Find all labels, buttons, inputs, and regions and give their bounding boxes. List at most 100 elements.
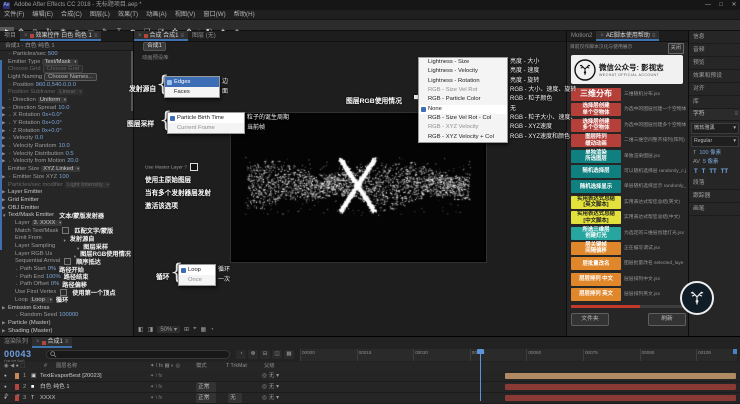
- popup-option[interactable]: Current Frame: [168, 123, 244, 133]
- effect-property-row[interactable]: ▶ ◔ Emitter Size XYZ 100: [0, 173, 131, 181]
- eye-icon[interactable]: ●: [4, 371, 7, 381]
- script-button[interactable]: 随机选择显示: [571, 180, 621, 193]
- property-value[interactable]: Loop: [30, 297, 53, 303]
- script-button[interactable]: 层层排列 英文: [571, 288, 621, 301]
- property-value[interactable]: 0x+0.0°: [42, 112, 62, 118]
- layer-duration-bar[interactable]: [505, 384, 736, 390]
- effect-property-row[interactable]: Emitter Size XYZ Linked: [0, 165, 131, 173]
- grid-icon[interactable]: ⊞: [184, 326, 189, 333]
- script-button[interactable]: 随机选择层: [571, 165, 621, 178]
- popup-option[interactable]: Loop: [179, 265, 215, 275]
- effect-property-row[interactable]: Light Naming Choose Names...: [0, 73, 131, 81]
- property-value[interactable]: 100%: [46, 274, 61, 280]
- layer-name[interactable]: XXXX: [40, 393, 55, 403]
- popup-option[interactable]: None: [419, 105, 507, 114]
- property-value[interactable]: 100: [59, 174, 69, 180]
- eye-icon[interactable]: ●: [4, 382, 7, 392]
- type-toggle[interactable]: TT: [709, 167, 716, 177]
- playhead-line[interactable]: [480, 349, 481, 401]
- menu-item[interactable]: 帮助(H): [230, 10, 259, 19]
- close-tab-icon[interactable]: ×: [36, 337, 40, 348]
- property-value[interactable]: Choose Names...: [44, 73, 97, 81]
- effect-property-row[interactable]: ▶ ◔ Velocity Distribution 0.5: [0, 150, 131, 158]
- script-button[interactable]: 层层排列 中文: [571, 273, 621, 286]
- script-button[interactable]: 图层阵列 缓动动画: [571, 134, 621, 147]
- panel-menu-icon[interactable]: ≡: [94, 31, 98, 41]
- property-value[interactable]: XYZ Linked: [41, 166, 80, 172]
- magnify-icon[interactable]: ◧: [138, 326, 144, 333]
- playhead-handle[interactable]: [477, 349, 484, 354]
- effect-property-row[interactable]: Layer RGB Usage 图层RGB使用情况: [0, 250, 131, 258]
- checkbox[interactable]: [190, 163, 198, 171]
- property-value[interactable]: 0.0: [35, 135, 43, 141]
- menu-item[interactable]: 编辑(E): [28, 10, 57, 19]
- layer-switches[interactable]: ✦ \ fx: [150, 393, 162, 403]
- dock-tab[interactable]: 库: [689, 96, 740, 109]
- dock-tab[interactable]: 效果和预设: [689, 70, 740, 83]
- property-checkbox[interactable]: [62, 227, 69, 234]
- tab-effect-controls[interactable]: × 效果控件 白色 纯色 1 ≡: [20, 31, 101, 41]
- dock-tab[interactable]: 跟踪器: [689, 190, 740, 203]
- timeline-footer-icons[interactable]: ❖ ⌗: [4, 393, 23, 400]
- exposure-icon[interactable]: ◔: [210, 327, 214, 333]
- script-button[interactable]: 实用表达式总结 [英文脚本]: [571, 196, 621, 209]
- property-value[interactable]: Text/Mask: [42, 59, 77, 65]
- close-tab-icon[interactable]: ×: [138, 31, 142, 41]
- font-size-row[interactable]: T 100 像素: [689, 149, 740, 158]
- effect-property-row[interactable]: ◔ Position 960.0,540.0,0.0: [0, 81, 131, 89]
- minimize-button[interactable]: —: [702, 0, 714, 10]
- effect-property-row[interactable]: ▶ Grid Emitter: [0, 196, 131, 204]
- menu-item[interactable]: 视图(V): [171, 10, 200, 19]
- popup-option[interactable]: RGB - XYZ Velocity: [419, 123, 507, 132]
- effect-property-row[interactable]: ▶ ◔ Velocity 0.0: [0, 135, 131, 143]
- property-value[interactable]: 0x+0.0°: [42, 128, 62, 134]
- menu-item[interactable]: 图层(L): [86, 10, 114, 19]
- tab-project[interactable]: 项目: [0, 31, 20, 41]
- effect-property-row[interactable]: ▶ ◔ Velocity from Motion 20.0: [0, 158, 131, 166]
- target-icon[interactable]: ⌖: [193, 326, 196, 333]
- property-value[interactable]: 3. XXXX: [32, 220, 63, 226]
- menu-item[interactable]: 动画(A): [142, 10, 171, 19]
- character-panel-header[interactable]: 字符 ≡: [689, 109, 740, 121]
- layer-duration-bar[interactable]: [505, 373, 736, 379]
- popup-option[interactable]: RGB - Particle Color: [419, 95, 507, 104]
- effect-property-row[interactable]: Position Subframe Linear: [0, 88, 131, 96]
- dock-tab[interactable]: 段落: [689, 177, 740, 190]
- popup-option[interactable]: RGB - XYZ Velocity + Col: [419, 133, 507, 142]
- menu-item[interactable]: 文件(F): [0, 10, 28, 19]
- layer-name[interactable]: 白色 纯色 1: [40, 382, 70, 392]
- layer-color-chip[interactable]: [15, 373, 19, 379]
- close-tab-icon[interactable]: ×: [24, 31, 28, 41]
- popup-option[interactable]: Faces: [165, 87, 219, 97]
- maximize-button[interactable]: □: [715, 0, 727, 10]
- popup-option[interactable]: Particle Birth Time: [168, 113, 244, 123]
- menu-item[interactable]: 合成(C): [57, 10, 86, 19]
- comp-navigator-crumb[interactable]: 合成1: [143, 42, 166, 51]
- property-value[interactable]: 10.0: [58, 105, 69, 111]
- timeline-search-input[interactable]: [46, 350, 230, 359]
- comp-switch-icon[interactable]: ❆: [248, 350, 258, 359]
- blend-mode-dropdown[interactable]: 正常: [196, 382, 216, 392]
- script-button[interactable]: 层批量改名: [571, 257, 621, 270]
- property-value[interactable]: 20.0: [67, 158, 78, 164]
- tab-composition[interactable]: × 合成 合成1 ≡: [134, 31, 188, 41]
- effect-property-row[interactable]: Particles/sec modifier Light Intensity: [0, 181, 131, 189]
- zoom-level-dropdown[interactable]: 50% ▾: [157, 326, 180, 333]
- tab-script-help[interactable]: × AE脚本使用帮助 ≡: [596, 31, 659, 41]
- current-timecode[interactable]: 00043: [4, 349, 32, 359]
- script-button[interactable]: 选择层创建 单个空物体: [571, 103, 621, 116]
- layer-name[interactable]: TextEvaporBest [20023]: [40, 371, 102, 381]
- script-button[interactable]: 单独渲染 所选图层: [571, 150, 621, 163]
- popup-option[interactable]: RGB - Size Vel Rot - Col: [419, 114, 507, 123]
- effect-property-row[interactable]: ▶ ◔ Y Rotation 0x+0.0°: [0, 119, 131, 127]
- tracking-row[interactable]: AV 5 像素: [689, 158, 740, 167]
- panel-menu-icon[interactable]: ≡: [181, 31, 185, 41]
- mask-visibility-icon[interactable]: ◨: [148, 326, 154, 333]
- layer-color-chip[interactable]: [15, 384, 19, 390]
- effect-property-row[interactable]: ▶ ◔ Velocity Random 10.0: [0, 142, 131, 150]
- font-style-dropdown[interactable]: Regular▾: [691, 136, 739, 147]
- property-value[interactable]: Light Intensity: [65, 182, 110, 188]
- scrollbar[interactable]: [131, 51, 133, 111]
- type-toggle[interactable]: TT: [721, 167, 728, 177]
- comp-switch-icon[interactable]: ▦: [284, 350, 294, 359]
